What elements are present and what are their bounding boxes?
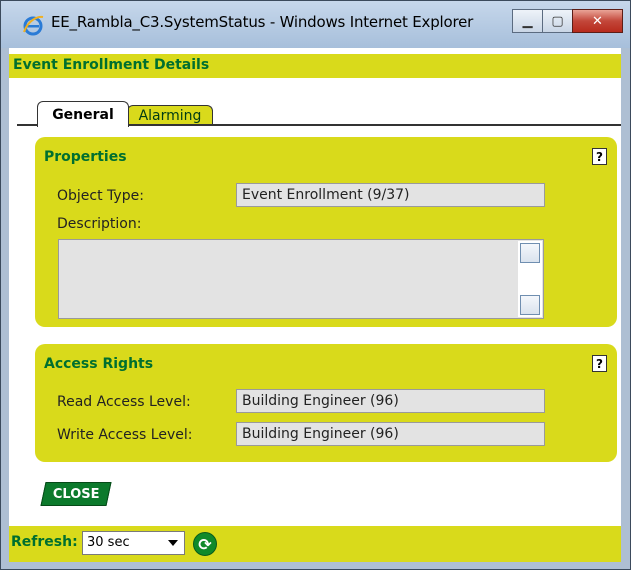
maximize-icon[interactable]: ▢ xyxy=(542,9,573,33)
read-access-label: Read Access Level: xyxy=(57,394,191,410)
chevron-down-icon xyxy=(168,540,178,546)
refresh-interval-select[interactable]: 30 sec xyxy=(82,531,185,555)
help-icon[interactable]: ? xyxy=(592,148,607,165)
object-type-label: Object Type: xyxy=(57,188,144,204)
refresh-interval-value: 30 sec xyxy=(87,535,130,550)
write-access-label: Write Access Level: xyxy=(57,427,193,443)
description-label: Description: xyxy=(57,216,142,232)
footer-bar: Refresh: 30 sec ⟳ xyxy=(9,526,621,562)
window-title: EE_Rambla_C3.SystemStatus - Windows Inte… xyxy=(51,13,474,31)
close-icon[interactable]: ✕ xyxy=(572,9,623,33)
read-access-field[interactable]: Building Engineer (96) xyxy=(236,389,545,413)
refresh-icon[interactable]: ⟳ xyxy=(193,532,217,556)
tab-alarming[interactable]: Alarming xyxy=(127,105,213,125)
help-icon[interactable]: ? xyxy=(592,355,607,372)
description-field[interactable] xyxy=(58,239,544,319)
browser-window: EE_Rambla_C3.SystemStatus - Windows Inte… xyxy=(0,0,631,570)
minimize-icon[interactable]: ▁ xyxy=(512,9,543,33)
properties-title: Properties xyxy=(44,149,127,165)
access-rights-panel: Access Rights ? Read Access Level: Build… xyxy=(35,344,617,462)
ie-icon xyxy=(23,15,44,36)
dialog-content: Event Enrollment Details General Alarmin… xyxy=(9,48,621,562)
close-button[interactable]: CLOSE xyxy=(40,482,112,506)
header-bar: Event Enrollment Details xyxy=(9,54,621,78)
title-bar[interactable]: EE_Rambla_C3.SystemStatus - Windows Inte… xyxy=(1,1,630,48)
properties-panel: Properties ? Object Type: Event Enrollme… xyxy=(35,137,617,327)
tab-general[interactable]: General xyxy=(37,101,129,127)
window-controls: ▁ ▢ ✕ xyxy=(512,9,623,33)
access-rights-title: Access Rights xyxy=(44,356,154,372)
scroll-down-icon[interactable] xyxy=(520,295,540,315)
close-button-label: CLOSE xyxy=(52,486,100,502)
write-access-field[interactable]: Building Engineer (96) xyxy=(236,422,545,446)
description-scrollbar[interactable] xyxy=(518,241,542,317)
page-title: Event Enrollment Details xyxy=(13,57,210,73)
object-type-field[interactable]: Event Enrollment (9/37) xyxy=(236,183,545,207)
refresh-label: Refresh: xyxy=(11,534,78,550)
scroll-up-icon[interactable] xyxy=(520,243,540,263)
